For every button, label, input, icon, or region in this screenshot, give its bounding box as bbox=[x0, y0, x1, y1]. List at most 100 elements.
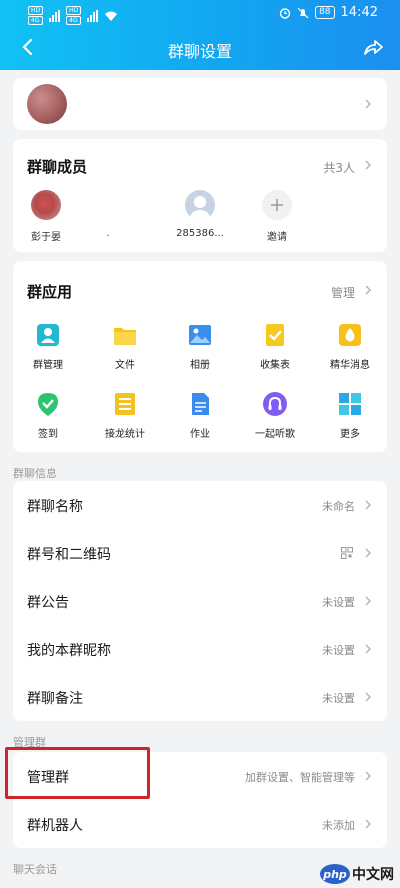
app-label: 接龙统计 bbox=[105, 429, 145, 440]
chevron-right-icon bbox=[363, 819, 373, 829]
app-label: 更多 bbox=[340, 429, 360, 440]
watermark: php 中文网 bbox=[320, 864, 394, 884]
wifi-icon bbox=[105, 11, 118, 21]
row-value: 未添加 bbox=[322, 819, 355, 832]
avatar bbox=[185, 190, 215, 220]
chevron-right-icon bbox=[363, 692, 373, 702]
clock: 14:42 bbox=[340, 5, 378, 20]
row-group-notice[interactable]: 群公告 未设置 bbox=[13, 577, 387, 625]
essence-icon bbox=[337, 322, 363, 348]
sim4-label: 4G bbox=[66, 16, 82, 25]
apps-title: 群应用 bbox=[27, 283, 73, 301]
battery-icon: 88 bbox=[315, 6, 335, 19]
app-relay[interactable]: 接龙统计 bbox=[95, 391, 155, 440]
row-my-nickname[interactable]: 我的本群昵称 未设置 bbox=[13, 625, 387, 673]
member-name: . bbox=[106, 228, 110, 239]
row-group-name[interactable]: 群聊名称 未命名 bbox=[13, 481, 387, 529]
invite-label: 邀请 bbox=[267, 232, 287, 243]
section-label-chat: 聊天会话 bbox=[13, 863, 57, 876]
app-label: 一起听歌 bbox=[255, 429, 295, 440]
app-essence[interactable]: 精华消息 bbox=[320, 322, 380, 371]
sim1-label: HD bbox=[28, 6, 44, 15]
member-item[interactable]: . bbox=[78, 190, 138, 239]
page-title: 群聊设置 bbox=[167, 42, 232, 61]
row-label: 群公告 bbox=[27, 595, 69, 611]
sim-indicator: HD 4G bbox=[28, 6, 44, 25]
app-label: 群管理 bbox=[33, 360, 63, 371]
avatar bbox=[31, 190, 61, 220]
row-group-qrcode[interactable]: 群号和二维码 bbox=[13, 529, 387, 577]
default-avatar-icon bbox=[190, 196, 210, 220]
relay-icon bbox=[112, 391, 138, 417]
row-label: 群机器人 bbox=[27, 818, 83, 834]
alarm-icon bbox=[279, 7, 291, 19]
app-music[interactable]: 一起听歌 bbox=[245, 391, 305, 440]
watermark-text: 中文网 bbox=[352, 867, 394, 883]
members-title: 群聊成员 bbox=[27, 158, 88, 176]
chevron-right-icon bbox=[363, 99, 373, 109]
watermark-logo: php bbox=[320, 864, 350, 884]
chevron-right-icon bbox=[363, 285, 373, 295]
group-profile-card[interactable] bbox=[13, 78, 387, 130]
nav-bar: 群聊设置 bbox=[0, 28, 400, 70]
music-icon bbox=[262, 391, 288, 417]
share-icon bbox=[364, 40, 383, 55]
chevron-right-icon bbox=[363, 548, 373, 558]
chevron-right-icon bbox=[363, 596, 373, 606]
section-label-group-info: 群聊信息 bbox=[13, 467, 57, 480]
app-label: 精华消息 bbox=[330, 360, 370, 371]
app-homework[interactable]: 作业 bbox=[170, 391, 230, 440]
app-label: 相册 bbox=[190, 360, 210, 371]
row-value: 未设置 bbox=[322, 644, 355, 657]
avatar bbox=[93, 190, 123, 220]
app-files[interactable]: 文件 bbox=[95, 322, 155, 371]
app-group-manage[interactable]: 群管理 bbox=[18, 322, 78, 371]
member-count[interactable]: 共3人 bbox=[323, 159, 355, 176]
row-value: 加群设置、智能管理等 bbox=[245, 771, 355, 784]
group-manage-icon bbox=[35, 322, 61, 348]
chevron-right-icon bbox=[363, 644, 373, 654]
apps-manage-link[interactable]: 管理 bbox=[331, 284, 355, 301]
mute-icon bbox=[297, 7, 309, 18]
member-item[interactable]: 285386... bbox=[170, 190, 230, 239]
row-value: 未命名 bbox=[322, 500, 355, 513]
row-label: 群聊备注 bbox=[27, 691, 83, 707]
app-more[interactable]: 更多 bbox=[320, 391, 380, 440]
status-bar: HD 4G HD 4G 88 14:42 bbox=[0, 0, 400, 28]
check-in-icon bbox=[35, 391, 61, 417]
row-label: 我的本群昵称 bbox=[27, 643, 111, 659]
chevron-right-icon bbox=[363, 771, 373, 781]
member-name: 285386... bbox=[176, 228, 224, 239]
group-avatar bbox=[27, 84, 67, 124]
row-label: 群聊名称 bbox=[27, 499, 83, 515]
chevron-right-icon bbox=[363, 160, 373, 170]
homework-icon bbox=[187, 391, 213, 417]
plus-icon bbox=[262, 190, 292, 220]
member-item[interactable]: 彭于晏 bbox=[16, 190, 76, 243]
more-apps-icon bbox=[337, 391, 363, 417]
qr-code-icon bbox=[341, 547, 353, 559]
member-name: 彭于晏 bbox=[31, 232, 61, 243]
sim3-label: HD bbox=[66, 6, 82, 15]
members-card: 群聊成员 共3人 彭于晏 . 285386... 邀请 bbox=[13, 139, 387, 252]
app-label: 作业 bbox=[190, 429, 210, 440]
app-form[interactable]: 收集表 bbox=[245, 322, 305, 371]
folder-icon bbox=[112, 322, 138, 348]
sim-indicator-2: HD 4G bbox=[66, 6, 82, 25]
signal-icon bbox=[49, 9, 61, 22]
row-group-robot[interactable]: 群机器人 未添加 bbox=[13, 800, 387, 848]
app-check-in[interactable]: 签到 bbox=[18, 391, 78, 440]
sim2-label: 4G bbox=[28, 16, 44, 25]
signal-icon-2 bbox=[87, 9, 99, 22]
row-label: 群号和二维码 bbox=[27, 547, 111, 563]
invite-button[interactable]: 邀请 bbox=[247, 190, 307, 243]
row-group-remark[interactable]: 群聊备注 未设置 bbox=[13, 673, 387, 721]
row-value: 未设置 bbox=[322, 596, 355, 609]
app-label: 签到 bbox=[38, 429, 58, 440]
share-button[interactable] bbox=[362, 36, 386, 60]
group-apps-card: 群应用 管理 群管理 文件 相册 收集表 精华消息 签到 接龙统计 作业 一起听… bbox=[13, 261, 387, 452]
app-label: 文件 bbox=[115, 360, 135, 371]
app-album[interactable]: 相册 bbox=[170, 322, 230, 371]
form-icon bbox=[262, 322, 288, 348]
group-info-list: 群聊名称 未命名 群号和二维码 群公告 未设置 我的本群昵称 未设置 群聊备注 … bbox=[13, 481, 387, 721]
